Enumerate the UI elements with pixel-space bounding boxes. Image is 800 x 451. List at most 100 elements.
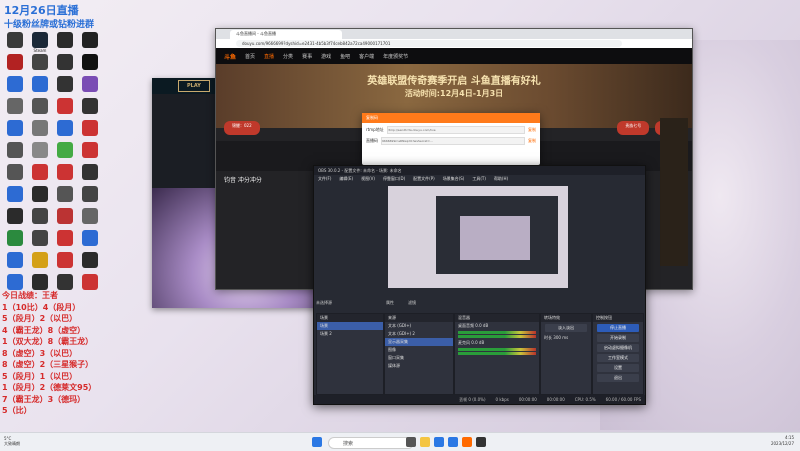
rtmp-field[interactable]: rtmp://sendtc3a.douyu.com/live <box>386 126 525 134</box>
audio-meter[interactable] <box>458 335 536 338</box>
stats-line: 5（段月）2（以巴） <box>2 314 78 323</box>
audio-meter[interactable] <box>458 331 536 334</box>
source-toolbar: 未选择源 属性 滤镜 <box>316 299 643 307</box>
obs-preview[interactable] <box>388 186 568 288</box>
obs-icon[interactable] <box>476 437 486 447</box>
activity-side-strip[interactable] <box>660 118 688 266</box>
app-glyph-icon <box>57 274 73 290</box>
stop-stream-button[interactable]: 停止直播 <box>597 324 639 332</box>
transitions-dock-title: 转场特效 <box>541 314 591 322</box>
app-glyph-icon <box>32 252 48 268</box>
virtual-camera-button[interactable]: 启动虚拟摄像机 <box>597 344 639 352</box>
source-item[interactable]: 文本 (GDI+) <box>385 322 453 330</box>
sources-dock: 来源 文本 (GDI+) 文本 (GDI+) 2 显示器采集 图像 窗口采集 媒… <box>384 313 454 395</box>
app-glyph-icon <box>82 252 98 268</box>
app-glyph-icon <box>7 230 23 246</box>
app-glyph-icon <box>32 186 48 202</box>
url-field[interactable]: douyu.com/9666699?dyshid=e2431-4b5b3f74c… <box>236 40 622 47</box>
file-explorer-icon[interactable] <box>420 437 430 447</box>
nav-item[interactable]: 赛事 <box>302 53 312 60</box>
weather-text: 大致晴朗 <box>4 441 20 446</box>
app-glyph-icon <box>57 54 73 70</box>
start-recording-button[interactable]: 开始录制 <box>597 334 639 342</box>
settings-button[interactable]: 设置 <box>597 364 639 372</box>
record-time: 00:00:00 <box>546 397 565 402</box>
nav-item[interactable]: 首页 <box>245 53 255 60</box>
menu-scene-collection[interactable]: 场景集合(S) <box>443 176 465 182</box>
stream-time: 00:00:00 <box>518 397 537 402</box>
edge-icon[interactable] <box>434 437 444 447</box>
audio-meter[interactable] <box>458 352 536 355</box>
room-tag[interactable]: 贵族七号 <box>617 121 650 135</box>
bitrate: 0 kbps <box>495 397 509 402</box>
source-item[interactable]: 显示器采集 <box>385 338 453 346</box>
menu-docks[interactable]: 停靠窗口(D) <box>383 176 405 182</box>
scene-item[interactable]: 场景 <box>317 322 383 330</box>
properties-button[interactable]: 属性 <box>386 300 394 306</box>
app-glyph-icon <box>57 76 73 92</box>
transition-select[interactable]: 淡入淡出 <box>545 324 587 332</box>
system-clock[interactable]: 4:15 2023/12/27 <box>771 435 794 447</box>
duration-value[interactable]: 300 ms <box>553 335 568 340</box>
app-glyph-icon <box>32 274 48 290</box>
douyu-icon[interactable] <box>462 437 472 447</box>
stream-overlay-title: 12月26日直播 <box>4 4 79 17</box>
nav-item[interactable]: 直播 <box>264 53 274 60</box>
menu-view[interactable]: 视图(V) <box>361 176 375 182</box>
menu-file[interactable]: 文件(F) <box>318 176 331 182</box>
stream-key-label: 直播码 <box>366 138 378 143</box>
preview-nested-capture <box>460 216 530 260</box>
nav-item[interactable]: 分类 <box>283 53 293 60</box>
copy-key-button[interactable]: 复制 <box>528 138 536 144</box>
nav-item[interactable]: 游戏 <box>321 53 331 60</box>
source-item[interactable]: 文本 (GDI+) 2 <box>385 330 453 338</box>
filters-button[interactable]: 滤镜 <box>408 300 416 306</box>
banner-date: 活动时间:12月4日-1月3日 <box>404 89 504 98</box>
app-glyph-icon <box>32 120 48 136</box>
stats-line: 5（段月）1（以巴） <box>2 371 78 381</box>
app-glyph-icon <box>57 120 73 136</box>
sources-dock-title: 来源 <box>385 314 453 322</box>
source-item[interactable]: 窗口采集 <box>385 354 453 362</box>
source-item[interactable]: 媒体源 <box>385 362 453 370</box>
weather-widget[interactable]: 5°C 大致晴朗 <box>4 436 20 446</box>
app-glyph-icon <box>7 120 23 136</box>
nav-item[interactable]: 年度颁奖节 <box>383 53 408 60</box>
menu-help[interactable]: 帮助(H) <box>494 176 508 182</box>
douyu-logo[interactable]: 斗鱼 <box>224 52 236 61</box>
app-glyph-icon <box>57 32 73 48</box>
app-glyph-icon <box>32 230 48 246</box>
taskbar-search[interactable]: 搜索 <box>328 437 414 449</box>
app-glyph-icon <box>82 76 98 92</box>
source-item[interactable]: 图像 <box>385 346 453 354</box>
room-tag[interactable]: 锦鲤：022 <box>224 121 260 135</box>
audio-meter[interactable] <box>458 348 536 351</box>
app-glyph-icon <box>82 54 98 70</box>
exit-button[interactable]: 退出 <box>597 374 639 382</box>
obs-window[interactable]: OBS 30.0.2 - 配置文件: 未命名 - 场景: 未命名 文件(F) 编… <box>313 165 646 405</box>
app-glyph-icon <box>32 98 48 114</box>
stream-key-field[interactable]: 9666699rnsRNwpYA?wsSecret=... <box>381 137 525 145</box>
nav-item[interactable]: 客户端 <box>359 53 374 60</box>
app-glyph-icon <box>57 186 73 202</box>
app-glyph-icon <box>82 208 98 224</box>
browser-tab[interactable]: 斗鱼直播间 - 斗鱼直播 <box>230 29 342 39</box>
play-button[interactable]: PLAY <box>178 80 210 92</box>
menu-edit[interactable]: 编辑(E) <box>339 176 353 182</box>
app-glyph-icon <box>32 76 48 92</box>
app-glyph-icon <box>82 98 98 114</box>
copy-rtmp-button[interactable]: 复制 <box>528 127 536 133</box>
menu-tools[interactable]: 工具(T) <box>472 176 486 182</box>
stats-line: 4（霸王龙）8（虚空） <box>2 325 86 335</box>
studio-mode-button[interactable]: 工作室模式 <box>597 354 639 362</box>
start-icon[interactable] <box>312 437 322 447</box>
app-glyph-icon <box>82 142 98 158</box>
mixer-label: 桌面音频 <box>458 323 474 328</box>
scene-item[interactable]: 场景 2 <box>317 330 383 338</box>
app-glyph-icon <box>32 54 48 70</box>
app-glyph-icon <box>82 186 98 202</box>
nav-item[interactable]: 鱼吧 <box>340 53 350 60</box>
menu-profile[interactable]: 配置文件(P) <box>413 176 435 182</box>
store-icon[interactable] <box>448 437 458 447</box>
task-view-icon[interactable] <box>406 437 416 447</box>
